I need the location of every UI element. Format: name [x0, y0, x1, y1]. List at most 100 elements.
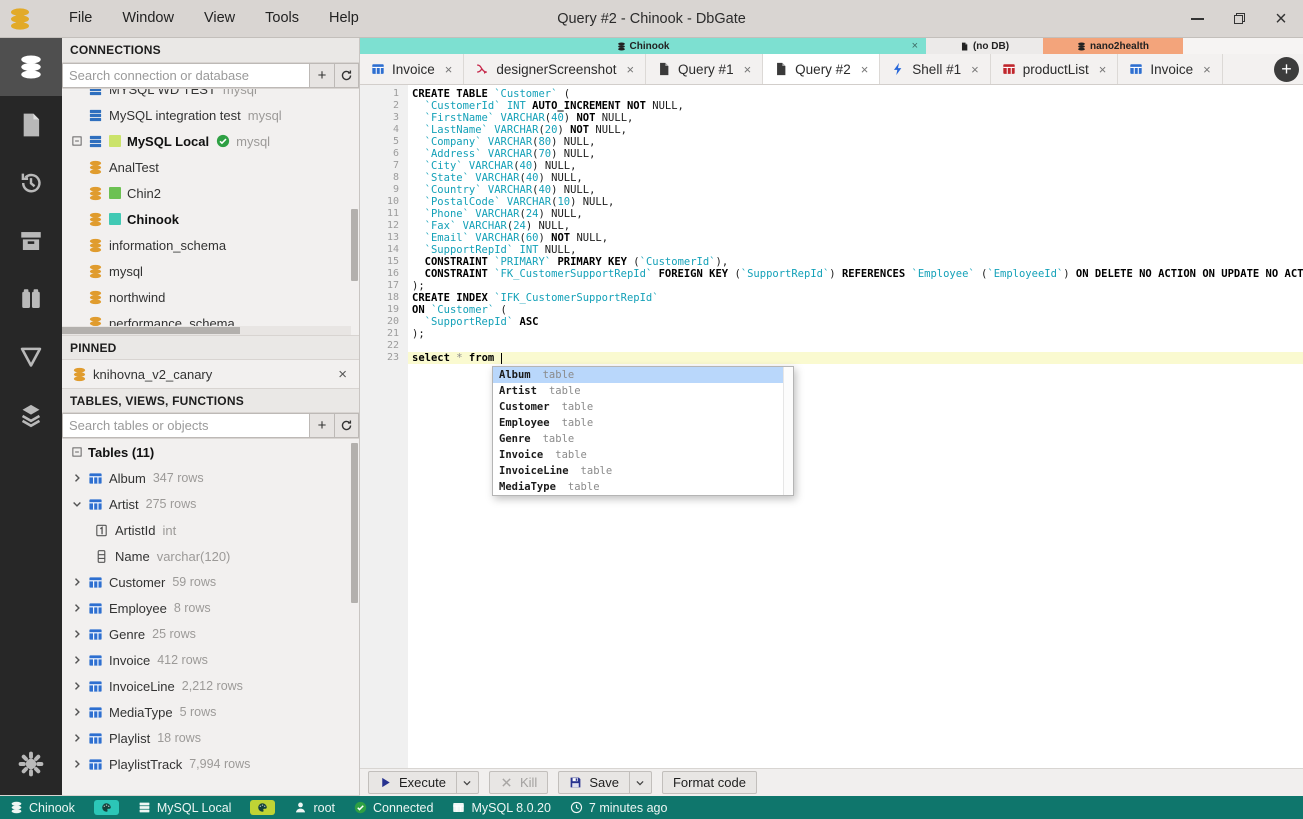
table-item[interactable]: InvoiceLine 2,212 rows: [62, 673, 359, 699]
expander-minus-icon[interactable]: [70, 134, 84, 148]
table-item[interactable]: Playlist 18 rows: [62, 725, 359, 751]
chevron-right-icon[interactable]: [70, 705, 84, 719]
status-root[interactable]: root: [294, 801, 335, 815]
table-item[interactable]: MediaType 5 rows: [62, 699, 359, 725]
activity-history-icon[interactable]: [0, 154, 62, 212]
autocomplete-item[interactable]: Artist table: [493, 383, 793, 399]
table-item[interactable]: Customer 59 rows: [62, 569, 359, 595]
menu-view[interactable]: View: [189, 0, 250, 37]
tab-group-(no DB)[interactable]: (no DB): [926, 38, 1043, 54]
dropdown-chevron-icon[interactable]: [455, 772, 478, 793]
chevron-down-icon[interactable]: [70, 497, 84, 511]
connection-item[interactable]: AnalTest: [62, 154, 359, 180]
dropdown-chevron-icon[interactable]: [628, 772, 651, 793]
table-item[interactable]: Artist 275 rows: [62, 491, 359, 517]
autocomplete-item[interactable]: Customer table: [493, 399, 793, 415]
chevron-right-icon[interactable]: [70, 627, 84, 641]
autocomplete-scrollbar[interactable]: [783, 367, 793, 495]
activity-database-icon[interactable]: [0, 38, 62, 96]
close-group-icon[interactable]: ×: [912, 40, 918, 52]
tab-Invoice[interactable]: Invoice ×: [1118, 54, 1223, 84]
close-tab-icon[interactable]: ×: [1099, 62, 1107, 77]
chevron-right-icon[interactable]: [70, 679, 84, 693]
column-item[interactable]: Name varchar(120): [62, 543, 359, 569]
close-tab-icon[interactable]: ×: [971, 62, 979, 77]
format-code-button[interactable]: Format code: [661, 771, 757, 794]
connection-item[interactable]: Chinook: [62, 206, 359, 232]
pinned-item[interactable]: knihovna_v2_canary ×: [62, 360, 359, 388]
menu-tools[interactable]: Tools: [250, 0, 314, 37]
activity-plugins-icon[interactable]: [0, 270, 62, 328]
connections-horizontal-scrollbar[interactable]: [62, 326, 351, 335]
tab-designerScreenshot[interactable]: designerScreenshot ×: [464, 54, 647, 84]
objects-search-input[interactable]: [62, 413, 309, 438]
unpin-close-icon[interactable]: ×: [338, 366, 347, 383]
connection-item[interactable]: northwind: [62, 284, 359, 310]
color-swatch-button[interactable]: [93, 800, 119, 815]
tab-Shell #1[interactable]: Shell #1 ×: [880, 54, 991, 84]
tab-Query #2[interactable]: Query #2 ×: [763, 54, 881, 84]
activity-filter-icon[interactable]: [0, 328, 62, 386]
tab-Query #1[interactable]: Query #1 ×: [646, 54, 764, 84]
close-tab-icon[interactable]: ×: [1203, 62, 1211, 77]
minimize-button[interactable]: [1189, 11, 1205, 27]
execute-button[interactable]: Execute: [368, 771, 479, 794]
connection-item[interactable]: information_schema: [62, 232, 359, 258]
connection-item[interactable]: Chin2: [62, 180, 359, 206]
connection-item[interactable]: MYSQL WD TEST mysql: [62, 89, 359, 102]
column-item[interactable]: ArtistId int: [62, 517, 359, 543]
chevron-right-icon[interactable]: [70, 471, 84, 485]
menu-file[interactable]: File: [54, 0, 107, 37]
connection-item[interactable]: MySQL Local mysql: [62, 128, 359, 154]
autocomplete-item[interactable]: InvoiceLine table: [493, 463, 793, 479]
tab-group-Chinook[interactable]: Chinook ×: [360, 38, 926, 54]
tables-group-row[interactable]: Tables (11): [62, 439, 359, 465]
chevron-right-icon[interactable]: [70, 601, 84, 615]
autocomplete-item[interactable]: MediaType table: [493, 479, 793, 495]
close-tab-icon[interactable]: ×: [744, 62, 752, 77]
add-connection-button[interactable]: +: [309, 63, 334, 88]
close-tab-icon[interactable]: ×: [445, 62, 453, 77]
autocomplete-item[interactable]: Employee table: [493, 415, 793, 431]
autocomplete-item[interactable]: Invoice table: [493, 447, 793, 463]
table-item[interactable]: Album 347 rows: [62, 465, 359, 491]
table-item[interactable]: Employee 8 rows: [62, 595, 359, 621]
activity-gear-icon[interactable]: [0, 735, 62, 793]
tab-Invoice[interactable]: Invoice ×: [360, 54, 465, 84]
refresh-objects-button[interactable]: [334, 413, 359, 438]
connection-item[interactable]: mysql: [62, 258, 359, 284]
chevron-right-icon[interactable]: [70, 653, 84, 667]
maximize-button[interactable]: [1231, 11, 1247, 27]
activity-layers-icon[interactable]: [0, 386, 62, 444]
connections-search-input[interactable]: [62, 63, 309, 88]
expander-minus-icon[interactable]: [70, 445, 84, 459]
menu-window[interactable]: Window: [107, 0, 189, 37]
status-mysql-local[interactable]: MySQL Local: [138, 801, 231, 815]
activity-file-icon[interactable]: [0, 96, 62, 154]
table-item[interactable]: Genre 25 rows: [62, 621, 359, 647]
tab-group-nano2health[interactable]: nano2health: [1043, 38, 1183, 54]
chevron-right-icon[interactable]: [70, 731, 84, 745]
autocomplete-item[interactable]: Genre table: [493, 431, 793, 447]
new-tab-button[interactable]: +: [1274, 57, 1299, 82]
autocomplete-item[interactable]: Album table: [493, 367, 793, 383]
activity-archive-icon[interactable]: [0, 212, 62, 270]
status-chinook[interactable]: Chinook: [10, 801, 75, 815]
tables-vertical-scrollbar[interactable]: [350, 439, 359, 784]
chevron-right-icon[interactable]: [70, 575, 84, 589]
table-item[interactable]: PlaylistTrack 7,994 rows: [62, 751, 359, 777]
save-button[interactable]: Save: [558, 771, 652, 794]
menu-help[interactable]: Help: [314, 0, 374, 37]
add-object-button[interactable]: +: [309, 413, 334, 438]
close-tab-icon[interactable]: ×: [861, 62, 869, 77]
close-tab-icon[interactable]: ×: [626, 62, 634, 77]
connections-vertical-scrollbar[interactable]: [350, 197, 359, 335]
sql-editor[interactable]: 1 2 3 4 5 6 7 8 9 10 11 12 13 14 15 16 17 18 19 20 21 22 23 CR…: [360, 85, 1303, 768]
connection-item[interactable]: MySQL integration test mysql: [62, 102, 359, 128]
table-item[interactable]: Invoice 412 rows: [62, 647, 359, 673]
tab-productList[interactable]: productList ×: [990, 54, 1119, 84]
color-swatch-button[interactable]: [250, 800, 276, 815]
refresh-connections-button[interactable]: [334, 63, 359, 88]
close-button[interactable]: ×: [1273, 9, 1289, 29]
chevron-right-icon[interactable]: [70, 757, 84, 771]
